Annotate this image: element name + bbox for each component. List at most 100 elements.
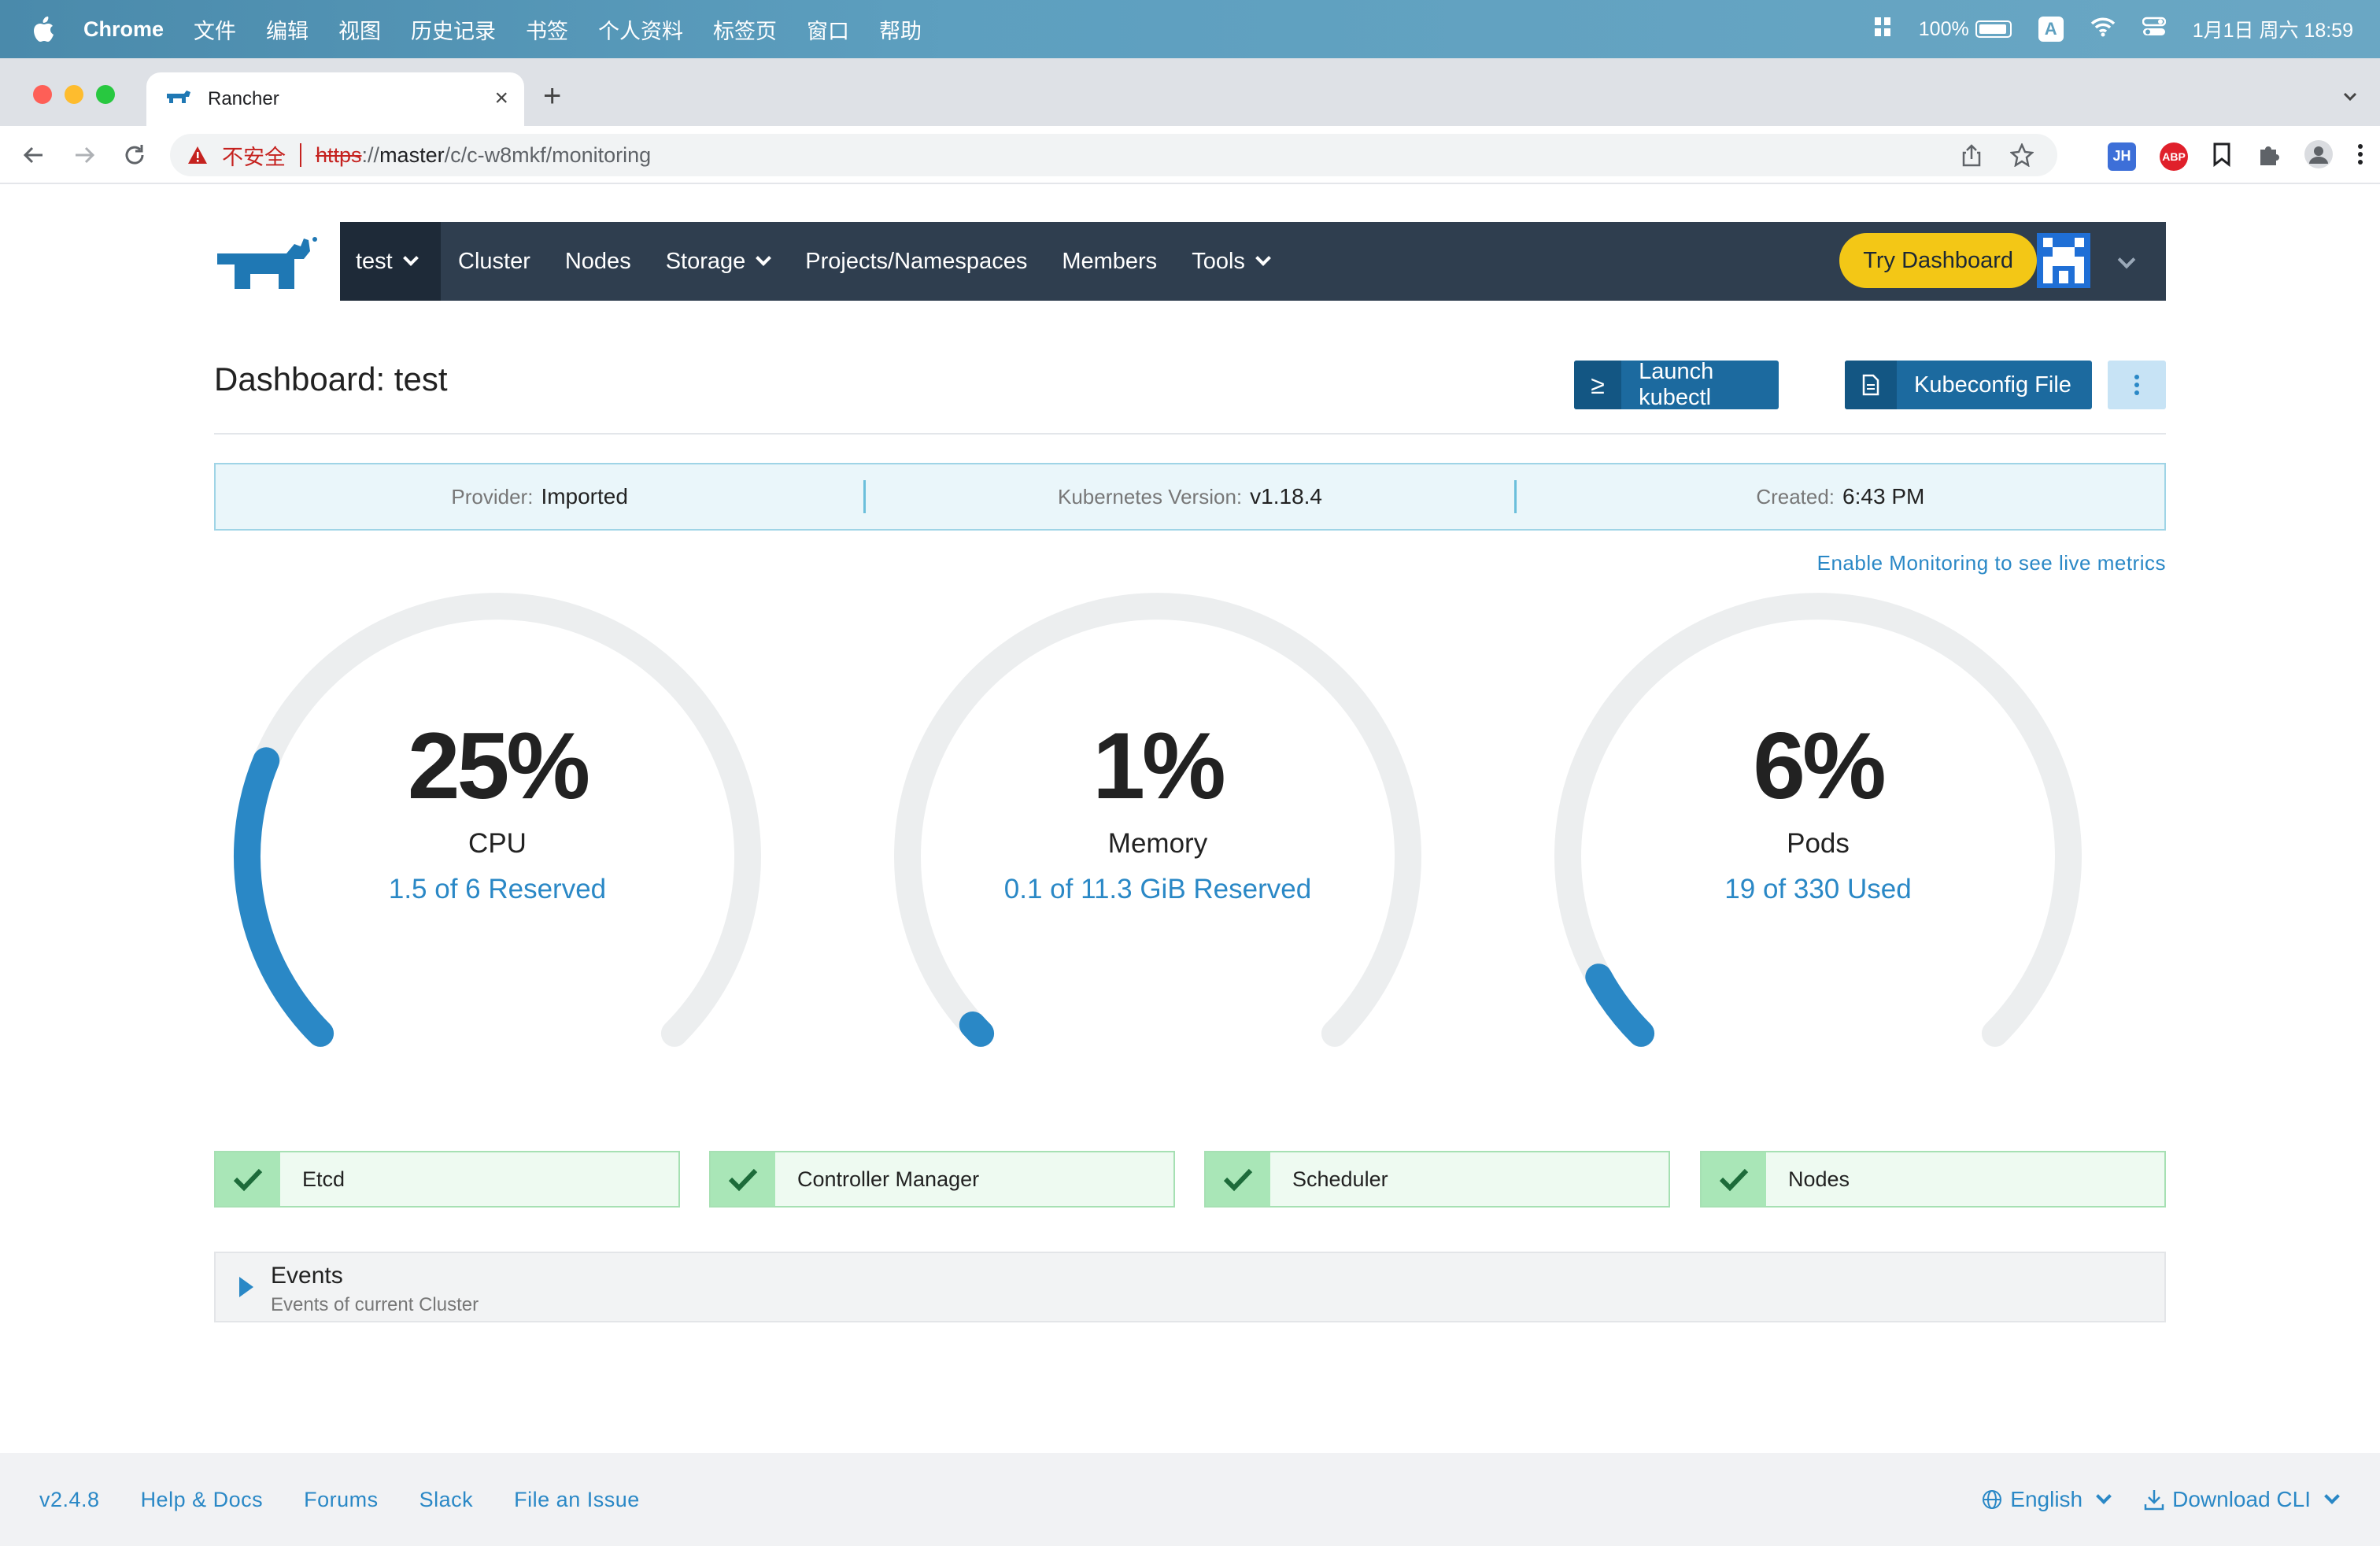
gauge-fill xyxy=(959,1012,995,1047)
pods-percent: 6% xyxy=(1753,713,1886,819)
menu-edit[interactable]: 编辑 xyxy=(266,14,309,45)
menu-profile[interactable]: 个人资料 xyxy=(598,14,683,45)
reading-list-icon[interactable] xyxy=(2212,142,2232,171)
nav-cluster[interactable]: Cluster xyxy=(458,249,530,275)
memory-percent: 1% xyxy=(1092,713,1225,819)
kubeconfig-file-button[interactable]: Kubeconfig File xyxy=(1845,361,2092,409)
help-docs-link[interactable]: Help & Docs xyxy=(141,1488,264,1512)
checkmark-icon xyxy=(1702,1152,1766,1206)
pods-gauge: 6% Pods 19 of 330 Used xyxy=(1535,586,2101,1074)
cluster-info-bar: Provider: Imported Kubernetes Version: v… xyxy=(214,463,2166,531)
memory-gauge: 1% Memory 0.1 of 11.3 GiB Reserved xyxy=(874,586,1441,1074)
created-label: Created: xyxy=(1756,484,1835,509)
browser-tab-rancher[interactable]: Rancher × xyxy=(146,72,524,126)
nav-nodes[interactable]: Nodes xyxy=(565,249,631,275)
clock[interactable]: 1月1日 周六 18:59 xyxy=(2193,15,2353,43)
window-close-button[interactable] xyxy=(33,85,52,104)
warning-icon[interactable] xyxy=(187,146,208,165)
component-label: Controller Manager xyxy=(797,1167,980,1191)
forums-link[interactable]: Forums xyxy=(304,1488,379,1512)
menu-bookmarks[interactable]: 书签 xyxy=(526,14,568,45)
created-value: 6:43 PM xyxy=(1842,484,1925,509)
apple-icon[interactable] xyxy=(31,16,55,43)
component-scheduler: Scheduler xyxy=(1204,1151,1670,1208)
bookmark-star-icon[interactable] xyxy=(2009,142,2034,172)
kubernetes-version-value: v1.18.4 xyxy=(1250,484,1322,509)
chevron-down-icon xyxy=(2096,1489,2112,1504)
battery-status[interactable]: 100% xyxy=(1919,18,2012,41)
provider-label: Provider: xyxy=(451,484,534,509)
macos-menubar: Chrome 文件 编辑 视图 历史记录 书签 个人资料 标签页 窗口 帮助 1… xyxy=(0,0,2380,58)
user-avatar[interactable] xyxy=(2037,233,2090,288)
tab-close-icon[interactable]: × xyxy=(494,87,508,110)
window-minimize-button[interactable] xyxy=(65,85,83,104)
rancher-favicon-icon xyxy=(165,89,192,109)
extensions-puzzle-icon[interactable] xyxy=(2256,142,2281,171)
events-accordion[interactable]: Events Events of current Cluster xyxy=(214,1252,2166,1322)
download-icon xyxy=(2144,1490,2164,1511)
project-switcher[interactable]: test xyxy=(340,222,441,301)
terminal-icon: ≥ xyxy=(1574,361,1622,409)
pods-label: Pods xyxy=(1787,828,1850,859)
input-method-icon[interactable]: A xyxy=(2038,17,2064,42)
launch-kubectl-label: Launch kubectl xyxy=(1639,359,1714,410)
chevron-down-icon xyxy=(2324,1489,2340,1504)
nav-storage[interactable]: Storage xyxy=(665,248,772,275)
tab-search-chevron-icon[interactable] xyxy=(2341,87,2360,105)
menu-tabs[interactable]: 标签页 xyxy=(713,14,777,45)
events-subtitle: Events of current Cluster xyxy=(271,1294,479,1315)
checkmark-icon xyxy=(216,1152,280,1206)
user-menu-chevron-icon[interactable] xyxy=(2117,250,2136,269)
kebab-icon xyxy=(2134,375,2139,395)
memory-label: Memory xyxy=(1107,828,1208,859)
try-dashboard-button[interactable]: Try Dashboard xyxy=(1839,233,2037,288)
nav-storage-label: Storage xyxy=(665,248,746,274)
url-host: master xyxy=(379,142,445,167)
launch-kubectl-button[interactable]: ≥ Launch kubectl xyxy=(1574,359,1779,410)
menu-help[interactable]: 帮助 xyxy=(879,14,922,45)
wifi-icon[interactable] xyxy=(2090,17,2116,43)
menu-app-name[interactable]: Chrome xyxy=(83,17,164,42)
file-icon xyxy=(1845,361,1897,409)
back-arrow-icon[interactable] xyxy=(20,142,47,168)
project-name: test xyxy=(356,248,393,274)
nav-projects-namespaces[interactable]: Projects/Namespaces xyxy=(805,249,1027,275)
globe-icon xyxy=(1983,1490,2002,1509)
jh-extension-icon[interactable]: JH xyxy=(2108,142,2136,171)
menu-window[interactable]: 窗口 xyxy=(807,14,849,45)
provider-info: Provider: Imported xyxy=(216,464,863,529)
slack-link[interactable]: Slack xyxy=(419,1488,474,1512)
menu-file[interactable]: 文件 xyxy=(194,14,236,45)
url-path: /c/c-w8mkf/monitoring xyxy=(444,142,652,167)
adblock-extension-icon[interactable]: ABP xyxy=(2160,142,2188,171)
chevron-down-icon xyxy=(756,250,772,266)
version-link[interactable]: v2.4.8 xyxy=(39,1488,100,1512)
address-bar[interactable]: 不安全 https :// master /c/c-w8mkf/monitori… xyxy=(170,134,2057,176)
menu-view[interactable]: 视图 xyxy=(338,14,381,45)
gauge-fill xyxy=(1585,963,1655,1047)
cpu-reserved: 1.5 of 6 Reserved xyxy=(388,874,607,904)
component-controller-manager: Controller Manager xyxy=(709,1151,1175,1208)
rancher-logo-icon[interactable] xyxy=(214,233,321,290)
security-label[interactable]: 不安全 xyxy=(222,140,286,171)
nav-tools[interactable]: Tools xyxy=(1192,249,1271,275)
share-icon[interactable] xyxy=(1960,143,1983,172)
file-issue-link[interactable]: File an Issue xyxy=(514,1488,640,1512)
kubernetes-version-label: Kubernetes Version: xyxy=(1057,484,1243,509)
browser-menu-kebab-icon[interactable] xyxy=(2356,142,2364,170)
forward-arrow-icon[interactable] xyxy=(71,142,98,168)
enable-monitoring-link[interactable]: Enable Monitoring to see live metrics xyxy=(1817,551,2166,575)
bookmark-status-icon[interactable] xyxy=(1873,16,1892,43)
nav-members[interactable]: Members xyxy=(1062,249,1157,275)
download-cli-button[interactable]: Download CLI xyxy=(2144,1487,2340,1512)
window-zoom-button[interactable] xyxy=(96,85,115,104)
reload-icon[interactable] xyxy=(121,142,148,168)
profile-avatar-icon[interactable] xyxy=(2304,140,2333,172)
browser-tab-strip: Rancher × + xyxy=(0,58,2380,126)
menu-history[interactable]: 历史记录 xyxy=(411,14,496,45)
control-center-icon[interactable] xyxy=(2142,17,2166,43)
language-selector[interactable]: English xyxy=(1982,1487,2112,1512)
component-label: Nodes xyxy=(1788,1167,1850,1191)
new-tab-button[interactable]: + xyxy=(543,80,561,112)
more-actions-button[interactable] xyxy=(2108,361,2166,409)
